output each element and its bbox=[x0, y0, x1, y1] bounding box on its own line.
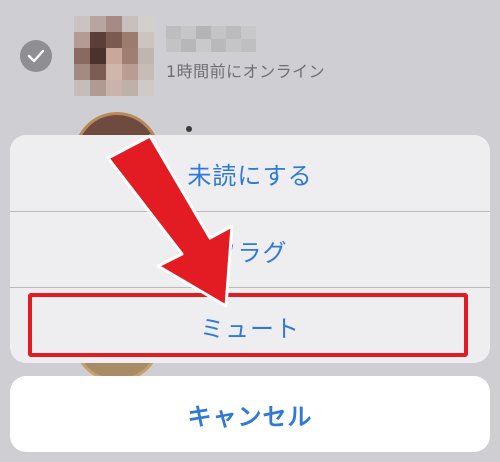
contact-name-pixelated bbox=[166, 26, 258, 52]
selected-check-icon[interactable] bbox=[20, 40, 52, 72]
contact-status-text: 1時間前にオンライン bbox=[166, 62, 326, 81]
cancel-button[interactable]: キャンセル bbox=[10, 376, 490, 452]
avatar-pixelated bbox=[74, 16, 154, 96]
mark-unread-button[interactable]: 未読にする bbox=[10, 135, 490, 211]
mute-highlight-box bbox=[28, 293, 468, 357]
flag-button[interactable]: フラグ bbox=[10, 212, 490, 288]
unread-dot bbox=[186, 126, 192, 132]
